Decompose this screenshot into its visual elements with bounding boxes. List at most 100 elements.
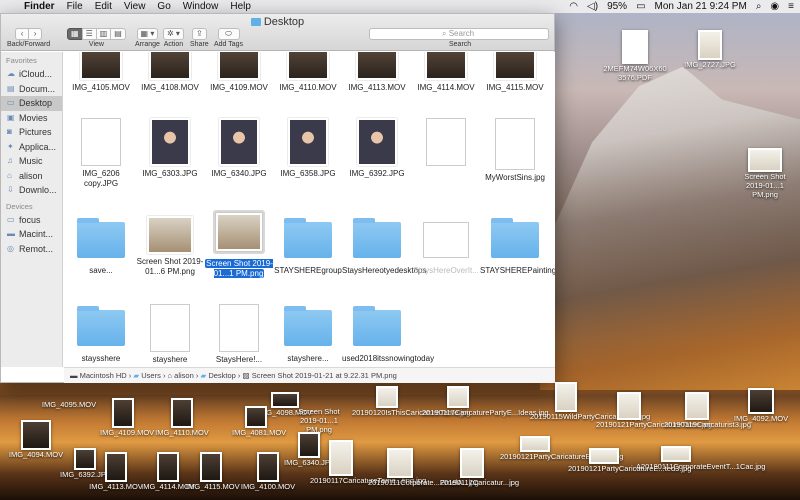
sidebar-item-movies[interactable]: ▣ Movies <box>1 111 62 126</box>
desktop-icon[interactable]: 20190117Caricatur...jpg <box>440 448 519 487</box>
menu-finder[interactable]: Finder <box>18 1 61 12</box>
menu-go[interactable]: Go <box>151 1 176 12</box>
folder-item[interactable]: save... <box>66 218 136 276</box>
folder-item[interactable]: staysshere <box>66 306 136 364</box>
notification-center-icon[interactable]: ≡ <box>788 1 794 12</box>
sidebar-item-home[interactable]: ⌂ alison <box>1 169 62 184</box>
desktop-icon[interactable]: 20190117CaricatureTame...ting.jpg <box>310 440 426 485</box>
search-input[interactable]: ⌕ Search <box>369 28 549 40</box>
file-item[interactable] <box>411 118 481 169</box>
file-item[interactable]: IMG_6206 copy.JPG <box>66 118 136 189</box>
desktop-icon[interactable]: IMG_4100.MOV <box>240 452 296 491</box>
file-item[interactable]: Screen Shot 2019-01...6 PM.png <box>135 216 205 277</box>
sidebar-item-focus[interactable]: ▭ focus <box>1 213 62 228</box>
file-item[interactable]: IMG_4115.MOV <box>480 52 550 93</box>
desktop-icon[interactable]: 20190117CaricaturePartyE...Ideas.jpg <box>422 386 549 417</box>
file-item-selected[interactable]: Screen Shot 2019-01...1 PM.png <box>204 210 274 279</box>
volume-icon[interactable]: ◁) <box>587 1 598 12</box>
sidebar-item-music[interactable]: ♫ Music <box>1 154 62 169</box>
desktop-icon[interactable]: IMG_4092.MOV <box>730 388 792 423</box>
menu-help[interactable]: Help <box>224 1 257 12</box>
action-button[interactable]: ✲ ▾ <box>163 28 184 40</box>
menu-window[interactable]: Window <box>177 1 225 12</box>
menu-file[interactable]: File <box>61 1 89 12</box>
wifi-icon[interactable]: ◠ <box>569 1 578 12</box>
icon-view-button[interactable]: ▦ <box>67 28 83 40</box>
desktop-icon[interactable]: 20190111Corporate...ErnelA...jpg <box>368 448 479 487</box>
share-button[interactable]: ⇪ <box>191 28 207 40</box>
image-thumbnail <box>555 382 577 412</box>
desktop-icon[interactable]: 20190121PartyCaricatureE...ted5.jpg <box>500 436 623 461</box>
path-segment[interactable]: alison <box>174 371 194 380</box>
battery-icon[interactable]: ▭ <box>636 1 645 12</box>
file-item[interactable]: IMG_4108.MOV <box>135 52 205 93</box>
desktop-icon[interactable]: 20190121PartyCaricatureTame.jpg <box>596 392 712 429</box>
clock[interactable]: Mon Jan 21 9:24 PM <box>655 1 747 12</box>
desktop-icon[interactable]: Screen Shot 2019-01...1 PM.png <box>735 148 795 199</box>
arrange-button[interactable]: ▦ ▾ <box>136 28 159 40</box>
file-item[interactable]: IMG_6340.JPG <box>204 118 274 179</box>
user-icon[interactable]: ◉ <box>770 1 779 12</box>
file-item[interactable]: IMG_6358.JPG <box>273 118 343 179</box>
desktop-icon[interactable]: 20190121PartyCaricatureE...ted3.jpg <box>568 448 691 473</box>
sidebar-item-downloads[interactable]: ⇩ Downlo... <box>1 183 62 198</box>
path-segment[interactable]: Screen Shot 2019-01-21 at 9.22.31 PM.png <box>252 371 397 380</box>
desktop-icon[interactable]: IMG_4094.MOV <box>6 420 66 459</box>
file-item[interactable]: StaysHere!... <box>204 304 274 365</box>
desktop-icon[interactable]: 20190119Caricaturist3.jpg <box>664 392 751 429</box>
forward-button[interactable]: › <box>28 28 43 40</box>
folder-item[interactable]: used2018itssnowingtoday <box>342 306 434 364</box>
column-view-button[interactable]: ▥ <box>95 28 112 40</box>
sidebar-item-applications[interactable]: ✦ Applica... <box>1 140 62 155</box>
file-item[interactable]: IMG_6392.JPG <box>342 118 412 179</box>
path-segment[interactable]: Macintosh HD <box>80 371 127 380</box>
desktop-icon[interactable]: IMG_4110.MOV <box>152 398 212 437</box>
file-item[interactable]: MyWorstSins.jpg <box>480 118 550 183</box>
sidebar-item-pictures[interactable]: ◙ Pictures <box>1 125 62 140</box>
path-segment[interactable]: Desktop <box>208 371 236 380</box>
folder-item[interactable]: STAYSHEREPaintingsForSale <box>480 218 555 276</box>
desktop-icon-label: IMG_4100.MOV <box>240 482 296 491</box>
desktop-icon[interactable]: IMG_4109.MOV <box>100 398 154 437</box>
file-item[interactable]: IMG_4113.MOV <box>342 52 412 93</box>
menu-view[interactable]: View <box>118 1 152 12</box>
folder-item[interactable]: stayshere... <box>273 306 343 364</box>
file-item[interactable]: IMG_4109.MOV <box>204 52 274 93</box>
desktop-icon[interactable]: IMG_4113.MOV <box>86 452 146 491</box>
desktop-icon-label: 20190120IsThisCaricatureTame.jpg <box>352 408 471 417</box>
menu-edit[interactable]: Edit <box>89 1 118 12</box>
file-item[interactable]: StaysHereOverIt... <box>411 222 481 276</box>
sidebar-item-documents[interactable]: ▤ Docum... <box>1 82 62 97</box>
path-segment[interactable]: Users <box>141 371 161 380</box>
desktop-icon[interactable]: IMG_4115.MOV <box>186 452 240 491</box>
file-item[interactable]: stayshere <box>135 304 205 365</box>
file-item[interactable]: IMG_4105.MOV <box>66 52 136 93</box>
back-button[interactable]: ‹ <box>15 28 30 40</box>
desktop-icon[interactable]: IMG_2727.JPG <box>680 30 740 69</box>
sidebar-item-icloud[interactable]: ☁ iCloud... <box>1 67 62 82</box>
desktop-icon[interactable]: IMG_4095.MOV <box>40 400 98 409</box>
folder-item[interactable]: StaysHereotyedesktops <box>342 218 427 276</box>
desktop-icon[interactable]: 20190115WildPartyCarica...copy.jpg <box>530 382 650 421</box>
desktop-icon[interactable]: Screen Shot 2019-01...1 PM.png <box>288 407 350 434</box>
image-thumbnail <box>357 118 397 166</box>
file-item[interactable]: IMG_4110.MOV <box>273 52 343 93</box>
disk-icon: ▬ <box>7 229 15 238</box>
battery-percent[interactable]: 95% <box>607 1 627 12</box>
desktop-icon[interactable]: 2MEFM74W06X60 3576.PDF <box>596 30 674 82</box>
desktop-icon[interactable]: IMG_4081.MOV <box>232 406 286 437</box>
folder-item[interactable]: STAYSHEREgroup <box>273 218 343 276</box>
image-thumbnail <box>661 446 691 462</box>
add-tags-button[interactable]: ⬭ <box>217 28 240 40</box>
gallery-view-button[interactable]: ▤ <box>110 28 126 40</box>
desktop-icon-label: 20190121PartyCaricatureTame.jpg <box>596 420 712 429</box>
sidebar-item-macintosh[interactable]: ▬ Macint... <box>1 227 62 242</box>
sidebar-item-desktop[interactable]: ▭ Desktop <box>1 96 62 111</box>
desktop-icon[interactable]: 20190120IsThisCaricatureTame.jpg <box>352 386 471 417</box>
film-icon: ▣ <box>7 112 15 122</box>
sidebar-item-remote[interactable]: ◎ Remot... <box>1 242 62 257</box>
list-view-button[interactable]: ☰ <box>81 28 97 40</box>
spotlight-icon[interactable]: ⌕ <box>756 1 762 12</box>
file-item[interactable]: IMG_6303.JPG <box>135 118 205 179</box>
file-item[interactable]: IMG_4114.MOV <box>411 52 481 93</box>
